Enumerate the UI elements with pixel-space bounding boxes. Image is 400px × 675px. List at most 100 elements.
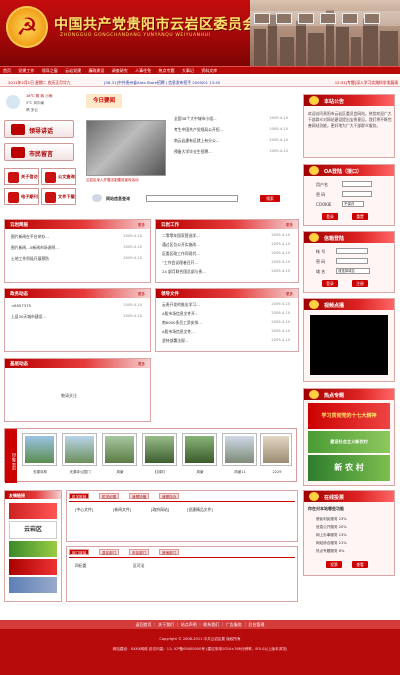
ticker-right[interactable]: 12:31[专题]深入学习实践科学发展观	[335, 80, 398, 86]
tab[interactable]: 市区部门	[129, 549, 150, 555]
search-input[interactable]	[146, 195, 238, 202]
link-banner[interactable]	[9, 503, 57, 519]
leader-speech-button[interactable]: 领导讲话	[4, 120, 74, 138]
link-banner[interactable]	[9, 541, 57, 557]
nav-item[interactable]: 热点专题	[156, 67, 178, 74]
petition-icon	[8, 172, 19, 183]
more-link[interactable]: 更多	[286, 223, 293, 228]
petition-button[interactable]: 关于信访	[4, 168, 39, 185]
tab[interactable]: 县区部门	[99, 549, 120, 555]
news-item[interactable]: 考生中国共产党规局公开招...	[174, 127, 223, 133]
nav-item[interactable]: 首页	[0, 67, 14, 74]
link-banner[interactable]	[9, 559, 57, 575]
list-item[interactable]: 云贵开发的推出学习...	[162, 302, 200, 308]
announce-icon	[309, 96, 319, 105]
tab[interactable]: 其他部门	[159, 549, 180, 555]
link-banner[interactable]	[9, 577, 57, 593]
tab-link[interactable]: 四纪委	[75, 563, 86, 569]
survey-option[interactable]: 网站综合服务 21%	[316, 541, 347, 546]
news-item[interactable]: 南云岩建有区就上有分公...	[174, 138, 219, 144]
oa-login-panel: OA登陆（接口） 用户名 密 码 COOKIE 不保存 登录 重置	[303, 164, 395, 226]
list-item[interactable]: 南6000多员工资安排...	[162, 320, 202, 326]
mail-account-input[interactable]	[336, 248, 368, 254]
list-item[interactable]: 图片新闻…5新闻市场说明...	[11, 245, 59, 251]
search-button[interactable]: 搜索	[260, 195, 280, 202]
nav-item[interactable]: 领导之窗	[39, 67, 61, 74]
list-item[interactable]: “工作会议理者召开...	[162, 260, 198, 266]
news-item[interactable]: 全国38个大中城市小组...	[174, 116, 217, 122]
nav-item[interactable]: 人事任免	[132, 67, 154, 74]
gallery-thumb[interactable]	[103, 434, 136, 465]
news-item[interactable]: 预备大学毕业生招聘...	[174, 149, 212, 155]
oa-username-input[interactable]	[342, 181, 372, 187]
list-item[interactable]: 24 部月联合国总部与贵...	[162, 269, 206, 275]
tab-link[interactable]: [党建精品文件]	[187, 507, 213, 513]
survey-option[interactable]: 热点专题服务 6%	[316, 549, 344, 554]
gallery-thumb[interactable]	[23, 434, 56, 465]
mail-domain-select[interactable]: 请选择域名	[336, 268, 370, 274]
tab[interactable]: 机关纪委	[99, 493, 120, 499]
vote-button[interactable]: 投票	[326, 561, 342, 568]
oa-password-input[interactable]	[342, 191, 372, 197]
nav-item[interactable]: 党建工作	[15, 67, 37, 74]
nav-item[interactable]: 云岩党建	[62, 67, 84, 74]
nav-item[interactable]: 调查研究	[109, 67, 131, 74]
news-ticker[interactable]: [08-31]中共贵州省Area Store招聘 | 信息发布招手 2009/0…	[104, 80, 220, 86]
headline-photo[interactable]	[86, 120, 166, 176]
download-button[interactable]: 文件下载	[41, 188, 76, 205]
nav-item[interactable]: 大事记	[179, 67, 197, 74]
gallery-thumb[interactable]	[261, 434, 291, 465]
nav-item[interactable]: 廉政建设	[85, 67, 107, 74]
list-item[interactable]: 图片新闻在平台举办...	[11, 234, 49, 240]
tab-link[interactable]: [新闻文件]	[113, 507, 131, 513]
survey-option[interactable]: 信息公开服务 20%	[316, 525, 347, 530]
oa-reset-button[interactable]: 重置	[352, 213, 368, 220]
topic-banner-2[interactable]: 建设社会主义新农村	[308, 431, 390, 453]
tab[interactable]: 我是协办	[159, 493, 180, 499]
mail-login-button[interactable]: 登录	[322, 280, 338, 287]
survey-option[interactable]: 便民利民服务 23%	[316, 517, 347, 522]
more-link[interactable]: 更多	[138, 223, 145, 228]
list-item[interactable]: 上县30天城市建设...	[11, 314, 46, 320]
list-item[interactable]: 二零零年国家营选学...	[162, 233, 200, 239]
more-link[interactable]: 更多	[138, 362, 145, 367]
tab-link[interactable]: [政府网站]	[151, 507, 169, 513]
more-link[interactable]: 更多	[138, 292, 145, 297]
oa-cookie-select[interactable]: 不保存	[342, 201, 364, 207]
gallery-thumb[interactable]	[183, 434, 216, 465]
tab[interactable]: 我是协管	[129, 493, 150, 499]
mail-register-button[interactable]: 注册	[352, 280, 368, 287]
footer-nav[interactable]: 返回首页 ｜ 关于我们 ｜ 站点声明 ｜ 联系我们 ｜ 广告服务 ｜ 后台管理	[0, 620, 400, 629]
e-journal-button[interactable]: 电子期刊	[4, 188, 39, 205]
list-item[interactable]: 土地工作积极开展预防	[11, 256, 49, 262]
mail-password-input[interactable]	[336, 258, 368, 264]
gallery-thumb[interactable]	[63, 434, 96, 465]
more-link[interactable]: 更多	[286, 292, 293, 297]
headline-caption[interactable]: 云岩区深入开展法制建设宣传活动	[86, 178, 168, 183]
citizen-message-button[interactable]: 市民留言	[4, 143, 74, 161]
main-nav: 首页 | 党建工作 | 领导之窗 | 云岩党建 | 廉政建设 | 调查研究 | 人事任免 | 热点专题 | 大事…	[0, 66, 400, 74]
gallery-thumb[interactable]	[143, 434, 176, 465]
topic-banner-3[interactable]: 新 农 村	[308, 455, 390, 481]
list-item[interactable]: 通过区位公开实施改...	[162, 242, 200, 248]
tab[interactable]: 部门链接	[69, 549, 90, 555]
list-item[interactable]: A股市场信息文件开...	[162, 311, 199, 317]
oa-login-button[interactable]: 登录	[322, 213, 338, 220]
list-item[interactable]: 区委区政工作同现代...	[162, 251, 200, 257]
tab-link[interactable]: [中心文件]	[75, 507, 93, 513]
gallery-thumb[interactable]	[223, 434, 256, 465]
public-doc-button[interactable]: 公文查询	[41, 168, 76, 185]
link-logo[interactable]: 云岩区	[9, 521, 57, 539]
tab-link[interactable]: 区司法	[133, 563, 144, 569]
topic-banner-1[interactable]: 学习贯彻党的十七大精神	[308, 403, 390, 429]
view-results-button[interactable]: 查看	[352, 561, 368, 568]
weather-icon	[6, 95, 20, 109]
nav-item[interactable]: 资料文库	[198, 67, 220, 74]
tab[interactable]: 机关推荐	[69, 493, 90, 499]
list-item[interactable]: <6557375	[11, 303, 31, 308]
survey-option[interactable]: 网上办事服务 13%	[316, 533, 347, 538]
video-player[interactable]	[310, 315, 388, 375]
download-icon	[45, 192, 56, 203]
list-item[interactable]: 坚持部署法规...	[162, 338, 188, 344]
list-item[interactable]: A股市场信息文件...	[162, 329, 195, 335]
